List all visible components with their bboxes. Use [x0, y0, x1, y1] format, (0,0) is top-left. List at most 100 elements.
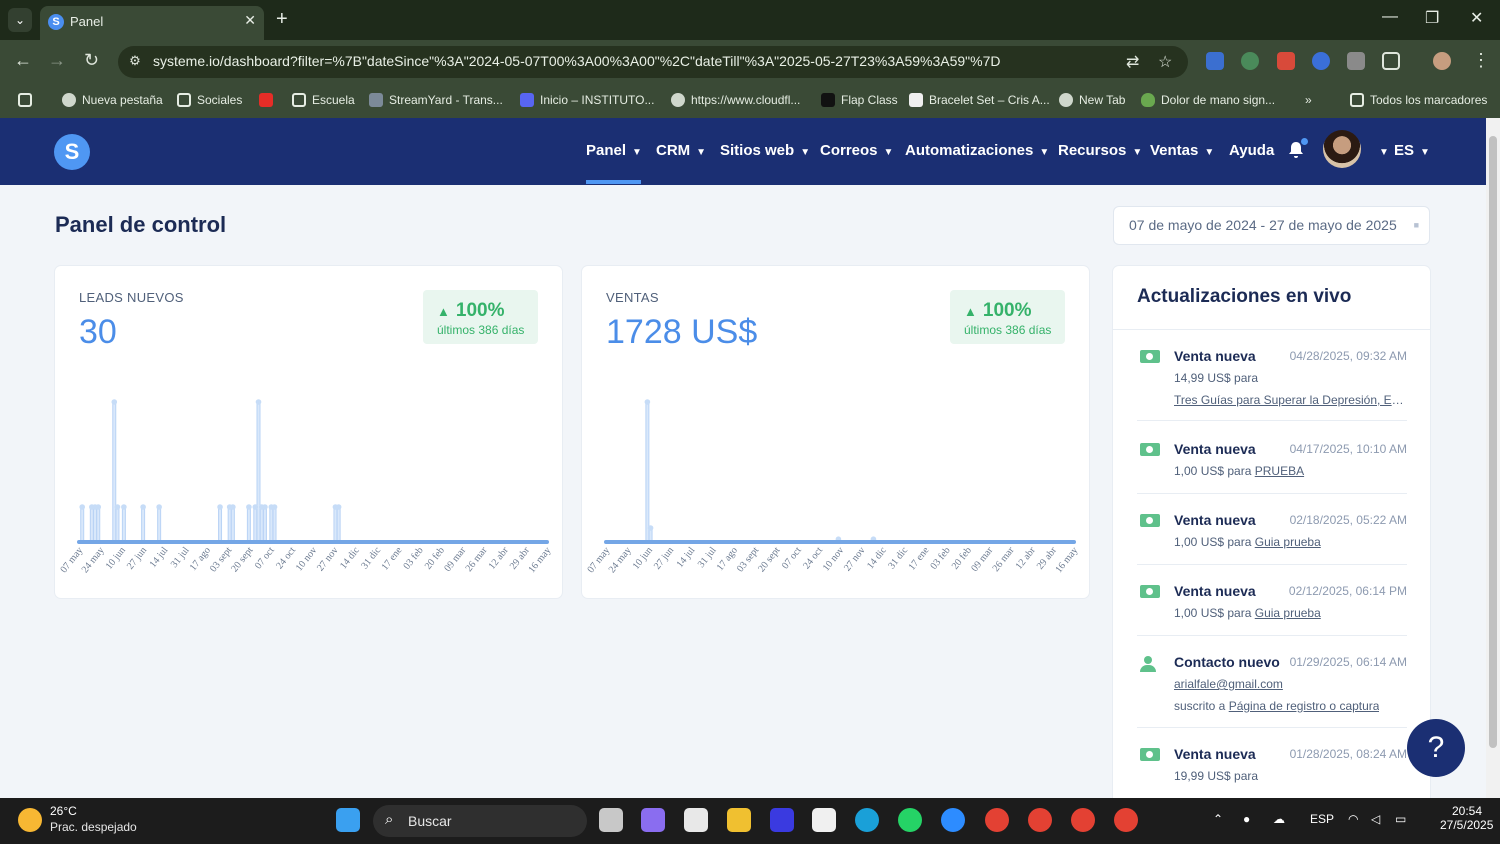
bookmark-streamyard[interactable]: StreamYard - Trans...	[369, 93, 503, 107]
extensions-puzzle-icon[interactable]	[1382, 52, 1400, 70]
bookmark-instituto[interactable]: Inicio – INSTITUTO...	[520, 93, 654, 107]
close-window-icon[interactable]: ✕	[1470, 8, 1483, 28]
bookmark-flap-class[interactable]: Flap Class	[821, 93, 898, 107]
input-language[interactable]: ESP	[1310, 812, 1334, 826]
menu-crm[interactable]: CRM ▼	[656, 142, 706, 159]
taskbar-search[interactable]: ⌕ Buscar	[373, 805, 587, 837]
bookmark-sociales[interactable]: Sociales	[177, 93, 242, 107]
menu-recursos[interactable]: Recursos ▼	[1058, 142, 1142, 159]
page-link[interactable]: Página de registro o captura	[1229, 699, 1380, 713]
chart-point[interactable]	[252, 504, 259, 510]
store-icon[interactable]	[684, 808, 708, 832]
avatar-chevron-icon[interactable]: ▼	[1373, 142, 1389, 159]
chart-point[interactable]	[156, 504, 162, 510]
site-info-icon[interactable]: ⚙	[126, 53, 144, 71]
chart-point[interactable]	[121, 504, 127, 510]
chart-point[interactable]	[217, 504, 223, 510]
page-scrollbar[interactable]	[1486, 118, 1500, 798]
product-link[interactable]: Guia prueba	[1255, 535, 1321, 549]
chart-point[interactable]	[335, 504, 342, 510]
bookmark-bracelet[interactable]: Bracelet Set – Cris A...	[909, 93, 1050, 107]
menu-correos[interactable]: Correos ▼	[820, 142, 893, 159]
chart-point[interactable]	[262, 504, 268, 510]
battery-icon[interactable]: ▭	[1395, 812, 1406, 826]
apps-grid-icon[interactable]	[18, 93, 32, 107]
chart-point[interactable]	[271, 504, 278, 510]
chart-point[interactable]	[230, 504, 236, 510]
extension-gray-icon[interactable]	[1347, 52, 1365, 70]
back-icon[interactable]: ←	[14, 50, 32, 71]
notification-bell-icon[interactable]	[1287, 138, 1308, 159]
chrome-icon[interactable]	[1114, 808, 1138, 832]
bookmark-dolor[interactable]: Dolor de mano sign...	[1141, 93, 1275, 107]
chart-point[interactable]	[95, 504, 102, 510]
chrome-icon[interactable]	[1028, 808, 1052, 832]
close-tab-icon[interactable]: ✕	[244, 12, 256, 29]
file-explorer-icon[interactable]	[727, 808, 751, 832]
extension-translate-icon[interactable]	[1206, 52, 1224, 70]
product-link[interactable]: Guia prueba	[1255, 606, 1321, 620]
reload-icon[interactable]: ↻	[84, 50, 99, 71]
product-link[interactable]: PRUEBA	[1255, 464, 1304, 478]
tray-chevron-icon[interactable]: ⌃	[1213, 812, 1223, 826]
menu-sitios-web[interactable]: Sitios web ▼	[720, 142, 810, 159]
chart-point[interactable]	[246, 504, 252, 510]
chrome-icon[interactable]	[985, 808, 1009, 832]
bookmark-youtube[interactable]	[259, 93, 273, 107]
chart-point[interactable]	[647, 525, 654, 531]
zoom-icon[interactable]	[941, 808, 965, 832]
extension-read-aloud-icon[interactable]	[1312, 52, 1330, 70]
chrome-icon[interactable]	[1071, 808, 1095, 832]
whatsapp-icon[interactable]	[898, 808, 922, 832]
new-tab-icon[interactable]: +	[276, 8, 288, 30]
help-button[interactable]: ?	[1407, 719, 1465, 777]
menu-ayuda[interactable]: Ayuda	[1229, 142, 1274, 159]
contact-email-link[interactable]: arialfale@gmail.com	[1174, 677, 1283, 691]
systeme-logo[interactable]: S	[54, 134, 90, 170]
weather-icon[interactable]	[18, 808, 42, 832]
menu-panel[interactable]: Panel ▼	[586, 142, 642, 159]
app-icon[interactable]	[770, 808, 794, 832]
forward-icon[interactable]: →	[48, 50, 66, 71]
date-range-picker[interactable]: 07 de mayo de 2024 - 27 de mayo de 2025 …	[1113, 206, 1430, 245]
menu-automatizaciones[interactable]: Automatizaciones ▼	[905, 142, 1049, 159]
extension-pdf-icon[interactable]	[1277, 52, 1295, 70]
onedrive-icon[interactable]: ☁	[1273, 812, 1285, 826]
user-avatar[interactable]	[1323, 130, 1361, 168]
bookmark-cloudflare[interactable]: https://www.cloudfl...	[671, 93, 800, 107]
scrollbar-thumb[interactable]	[1489, 136, 1497, 748]
product-link[interactable]: Tres Guías para Superar la Depresión, Es…	[1174, 393, 1407, 407]
wifi-icon[interactable]: ◠	[1348, 812, 1358, 826]
extension-grammarly-icon[interactable]	[1241, 52, 1259, 70]
profile-avatar-icon[interactable]	[1433, 52, 1451, 70]
chart-point[interactable]	[644, 399, 651, 405]
more-bookmarks-icon[interactable]: »	[1305, 93, 1312, 107]
restore-icon[interactable]: ❐	[1425, 8, 1439, 28]
menu-ventas[interactable]: Ventas ▼	[1150, 142, 1214, 159]
chart-point[interactable]	[140, 504, 146, 510]
address-bar[interactable]: ⚙ systeme.io/dashboard?filter=%7B"dateSi…	[118, 46, 1188, 78]
bookmark-new-tab[interactable]: New Tab	[1059, 93, 1125, 107]
clock[interactable]: 20:54 27/5/2025	[1440, 804, 1493, 832]
task-view-icon[interactable]	[599, 808, 623, 832]
minimize-icon[interactable]: —	[1382, 8, 1398, 26]
volume-icon[interactable]: ◁	[1371, 812, 1380, 826]
tab-search-icon[interactable]: ⌄	[8, 8, 32, 32]
chart-point[interactable]	[79, 504, 86, 510]
chart-point[interactable]	[114, 504, 121, 510]
bookmark-nueva-pestana[interactable]: Nueva pestaña	[62, 93, 163, 107]
bookmark-star-icon[interactable]: ☆	[1158, 52, 1172, 72]
bookmark-all[interactable]: Todos los marcadores	[1350, 93, 1487, 107]
edge-icon[interactable]	[855, 808, 879, 832]
language-selector[interactable]: ES ▼	[1394, 142, 1430, 159]
browser-menu-icon[interactable]: ⋮	[1472, 50, 1490, 71]
copilot-icon[interactable]	[641, 808, 665, 832]
bookmark-escuela[interactable]: Escuela	[292, 93, 355, 107]
browser-tab[interactable]: S Panel ✕	[40, 6, 264, 40]
zoom-tray-icon[interactable]: ●	[1243, 812, 1250, 826]
chart-point[interactable]	[255, 399, 262, 405]
capcut-icon[interactable]	[812, 808, 836, 832]
start-icon[interactable]	[336, 808, 360, 832]
translate-icon[interactable]: ⇄	[1126, 52, 1139, 72]
chart-point[interactable]	[111, 399, 118, 405]
